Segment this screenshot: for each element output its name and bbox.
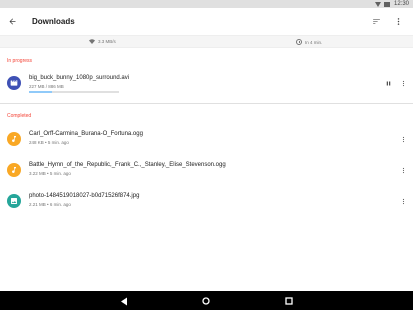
item-menu-button[interactable] [398,195,408,207]
file-meta: 248 KB • 5 min. ago [29,140,69,145]
section-in-progress-label: In progress [7,58,33,64]
more-vertical-icon [402,80,404,86]
section-divider [0,103,413,104]
wifi-icon [89,39,95,44]
overflow-menu-button[interactable] [387,8,409,35]
file-name: Carl_Orff-Carmina_Burana-O_Fortuna.ogg [29,131,143,137]
system-nav-bar [0,291,413,310]
item-menu-button[interactable] [398,77,408,89]
list-item[interactable]: photo-1484519018027-b0d71526f874.jpg 2.2… [0,190,413,216]
download-speed: 3.3 MB/s [89,39,116,44]
sort-icon [372,19,380,24]
video-file-avatar [7,76,21,90]
page-title: Downloads [32,17,75,26]
circle-home-icon [202,297,210,305]
image-file-avatar [7,194,21,208]
wifi-signal-icon [374,1,381,7]
app-toolbar: Downloads [0,8,413,35]
more-vertical-icon [402,167,404,173]
nav-home-button[interactable] [200,295,212,307]
more-vertical-icon [402,136,404,142]
sort-button[interactable] [365,8,387,35]
file-progress-text: 227 MB / 886 MB [29,84,64,89]
status-bar: 12:30 [0,0,413,8]
file-meta: 3.22 MB • 5 min. ago [29,171,71,176]
music-icon [12,167,16,173]
video-icon [10,80,18,86]
downloads-screen: 12:30 Downloads 3.3 MB/s In 4 min. In pr… [0,0,413,310]
triangle-back-icon [121,297,127,305]
image-icon [11,198,17,204]
square-recents-icon [285,297,293,305]
item-menu-button[interactable] [398,164,408,176]
item-menu-button[interactable] [398,133,408,145]
arrow-back-icon [9,18,15,25]
file-name: big_buck_bunny_1080p_surround.avi [29,75,130,81]
download-progress-bar [29,91,119,93]
pause-button[interactable] [383,77,393,89]
section-completed-label: Completed [7,113,32,119]
audio-file-avatar [7,132,21,146]
pause-icon [386,80,390,86]
battery-icon [383,1,390,7]
list-item[interactable]: Battle_Hymn_of_the_Republic,_Frank_C.,_S… [0,159,413,185]
list-item[interactable]: Carl_Orff-Carmina_Burana-O_Fortuna.ogg 2… [0,128,413,154]
file-meta: 2.21 MB • 6 min. ago [29,202,71,207]
music-icon [12,136,16,142]
audio-file-avatar [7,163,21,177]
file-name: Battle_Hymn_of_the_Republic,_Frank_C.,_S… [29,162,226,168]
list-item[interactable]: big_buck_bunny_1080p_surround.avi 227 MB… [0,72,413,98]
status-time: 12:30 [393,1,409,7]
download-eta: In 4 min. [296,39,322,45]
file-name: photo-1484519018027-b0d71526f874.jpg [29,193,140,199]
download-info-bar: 3.3 MB/s In 4 min. [0,35,413,48]
more-vertical-icon [397,18,399,25]
more-vertical-icon [402,198,404,204]
eta-text: In 4 min. [305,39,323,45]
clock-icon [296,39,302,45]
back-button[interactable] [2,8,22,35]
download-progress-fill [29,91,53,93]
nav-back-button[interactable] [118,295,130,307]
speed-text: 3.3 MB/s [98,39,116,44]
nav-recents-button[interactable] [283,295,295,307]
